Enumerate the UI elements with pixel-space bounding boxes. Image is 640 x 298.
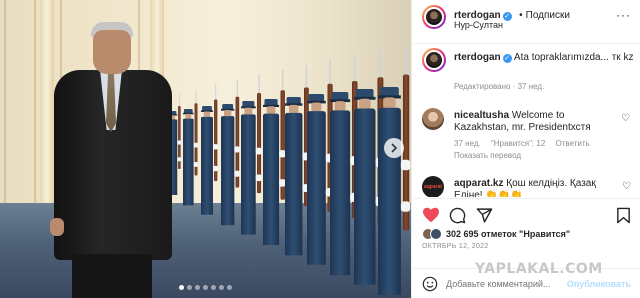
honor-guard-soldier	[262, 69, 286, 245]
location-link[interactable]: Нур-Султан	[454, 20, 503, 30]
carousel-dot	[187, 285, 192, 290]
commenter-avatar[interactable]	[422, 108, 444, 130]
wall-panel	[4, 0, 36, 230]
likes-count[interactable]: 302 695 отметок "Нравится"	[446, 229, 570, 239]
honor-guard-soldier	[330, 55, 359, 275]
comment-like-icon[interactable]: ♡	[621, 113, 630, 124]
honor-guard-soldier	[220, 79, 240, 225]
watermark-text: YAPLAKAL.COM	[475, 261, 603, 277]
commenter-avatar[interactable]: aqparat	[422, 176, 444, 197]
carousel-dot	[211, 285, 216, 290]
carousel-dot	[203, 285, 208, 290]
verified-icon: ✓	[502, 12, 512, 21]
comment: aqparat.kz Қош келдіңіз. Қазақ Елінe! 👏👏…	[454, 178, 614, 197]
chevron-right-icon	[391, 143, 398, 153]
post-header: rterdogan ✓ • Подписки Нур-Султан ···	[412, 0, 640, 44]
caption-avatar[interactable]	[422, 48, 446, 72]
comment-username[interactable]: aqparat.kz	[454, 178, 503, 189]
carousel-dot	[179, 285, 184, 290]
save-bookmark-icon[interactable]	[616, 207, 631, 224]
honor-guard-soldier	[354, 50, 385, 285]
comment-like-icon[interactable]: ♡	[622, 181, 631, 192]
comment: nicealtusha Welcome to Kazakhstan, mr. P…	[454, 110, 614, 134]
show-translation-link[interactable]: Показать перевод	[454, 151, 521, 160]
caption-time: Редактировано · 37 нед.	[454, 82, 545, 91]
honor-guard-soldier	[200, 84, 218, 215]
publish-button[interactable]: Опубликовать	[567, 279, 631, 289]
separator-dot: •	[519, 10, 523, 21]
honor-guard-soldier	[307, 60, 334, 265]
honor-guard-soldier	[378, 45, 411, 295]
carousel-dots	[0, 285, 411, 290]
emoji-icon[interactable]	[422, 276, 438, 292]
comment-meta: 37 нед. "Нравится": 12 Ответить	[454, 139, 590, 148]
walking-man	[50, 22, 180, 298]
caption-text: Ata topraklarımızda... тк kz	[513, 52, 634, 63]
author-avatar[interactable]	[422, 5, 446, 29]
following-button[interactable]: Подписки	[526, 10, 570, 21]
reply-button[interactable]: Ответить	[556, 139, 590, 148]
post-date: ОКТЯБРЬ 12, 2022	[422, 243, 489, 250]
honor-guard-soldier	[284, 64, 310, 255]
liker-avatar	[430, 228, 442, 240]
honor-guard-soldier	[182, 89, 198, 205]
comment-icon[interactable]	[449, 207, 466, 224]
likes-summary[interactable]: 302 695 отметок "Нравится"	[422, 226, 570, 242]
more-options-icon[interactable]: ···	[616, 8, 631, 22]
carousel-dot	[219, 285, 224, 290]
verified-icon: ✓	[502, 54, 512, 63]
caption-username[interactable]: rterdogan	[454, 52, 501, 63]
carousel-dot	[227, 285, 232, 290]
post-photo[interactable]	[0, 0, 411, 298]
share-icon[interactable]	[476, 207, 493, 224]
comment-username[interactable]: nicealtusha	[454, 110, 509, 121]
honor-guard-soldier	[241, 74, 262, 235]
carousel-next-button[interactable]	[384, 138, 404, 158]
comment-input[interactable]	[446, 275, 566, 293]
carousel-dot	[195, 285, 200, 290]
caption: rterdogan ✓ Ata topraklarımızda... тк kz	[454, 52, 634, 64]
comment-likes[interactable]: "Нравится": 12	[491, 139, 545, 148]
post-side-panel: rterdogan ✓ • Подписки Нур-Султан ··· rter…	[411, 0, 640, 298]
comment-time: 37 нед.	[454, 139, 481, 148]
like-heart-icon[interactable]	[422, 207, 440, 223]
comment-cutoff-area: aqparat aqparat.kz Қош келдіңіз. Қазақ Е…	[412, 172, 640, 197]
